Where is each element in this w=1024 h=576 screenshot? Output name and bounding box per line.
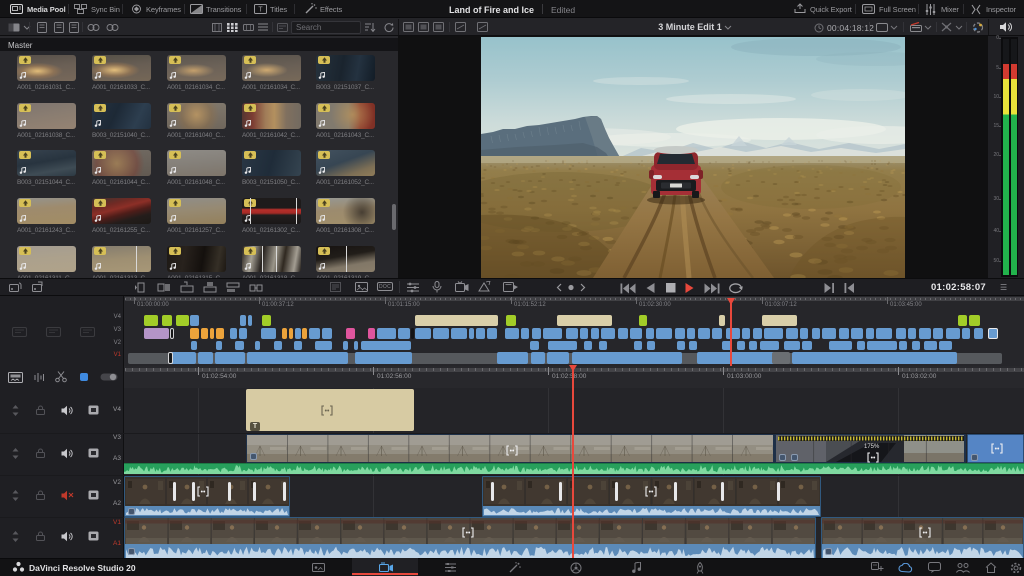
svg-text:T: T — [258, 7, 263, 14]
